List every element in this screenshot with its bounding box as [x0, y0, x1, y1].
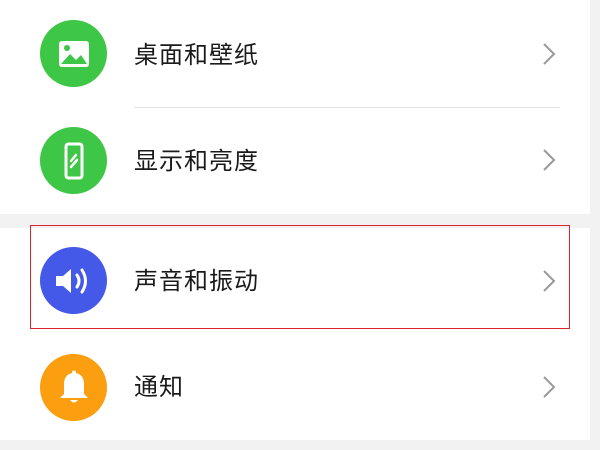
settings-group-display: 桌面和壁纸 显示和亮度: [0, 0, 590, 214]
chevron-right-icon: [543, 43, 556, 65]
settings-item-label: 桌面和壁纸: [134, 41, 259, 69]
settings-item-label: 通知: [134, 373, 184, 401]
settings-item-label: 显示和亮度: [134, 147, 259, 175]
sound-icon: [40, 247, 107, 314]
settings-item-notifications[interactable]: 通知: [0, 334, 590, 440]
settings-item-sound-vibration[interactable]: 声音和振动: [0, 228, 590, 334]
settings-screen: 桌面和壁纸 显示和亮度 声音和振动 通知: [0, 0, 600, 450]
notification-bell-icon: [40, 354, 107, 421]
wallpaper-icon: [40, 20, 107, 87]
chevron-right-icon: [543, 376, 556, 398]
edge-strip: [590, 0, 600, 450]
settings-item-label: 声音和振动: [134, 267, 259, 295]
settings-item-wallpaper[interactable]: 桌面和壁纸: [0, 0, 590, 106]
chevron-right-icon: [543, 270, 556, 292]
display-brightness-icon: [40, 127, 107, 194]
settings-item-display-brightness[interactable]: 显示和亮度: [0, 108, 590, 214]
settings-group-sound: 声音和振动 通知: [0, 228, 590, 440]
chevron-right-icon: [543, 149, 556, 171]
